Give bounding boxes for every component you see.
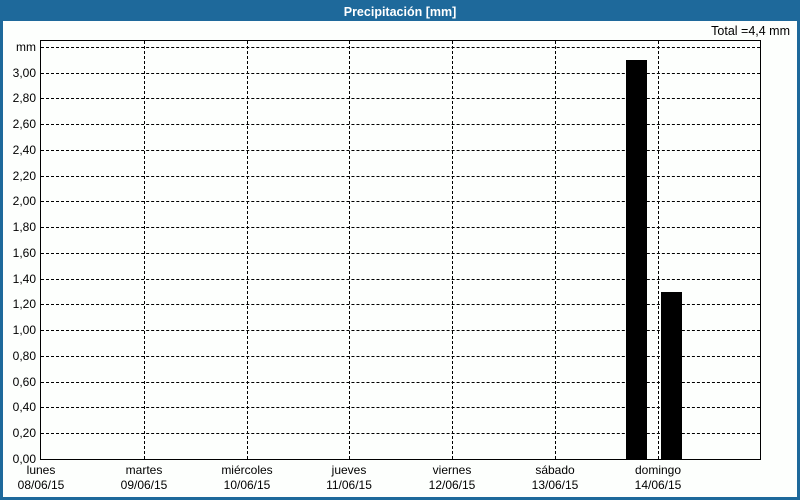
day-date: 10/06/15 [223, 478, 271, 492]
day-name: sábado [535, 463, 575, 477]
y-axis-tick-label: 1,20 [12, 297, 36, 311]
day-date: 09/06/15 [120, 478, 168, 492]
gridline-horizontal [41, 304, 760, 305]
day-date: 14/06/15 [634, 478, 682, 492]
x-axis-day-label: martes 09/06/15 [99, 463, 189, 493]
y-axis-tick-label: 0,20 [12, 426, 36, 440]
x-axis-day-label: sábado 13/06/15 [510, 463, 600, 493]
plot-area [40, 40, 761, 460]
day-name: lunes [26, 463, 56, 477]
day-name: domingo [634, 463, 682, 477]
gridline-horizontal [41, 407, 760, 408]
y-axis-tick-label: 2,20 [12, 169, 36, 183]
day-date: 13/06/15 [531, 478, 579, 492]
total-label: Total =4,4 mm [711, 24, 790, 38]
y-axis-tick-label: 1,60 [12, 246, 36, 260]
day-name: jueves [331, 463, 367, 477]
gridline-horizontal [41, 382, 760, 383]
chart-title: Precipitación [mm] [343, 5, 457, 19]
gridline-horizontal [41, 356, 760, 357]
x-axis-day-label: miércoles 10/06/15 [202, 463, 292, 493]
gridline-horizontal [41, 98, 760, 99]
gridline-horizontal [41, 124, 760, 125]
y-axis-tick-label: 1,40 [12, 272, 36, 286]
gridline-vertical [144, 41, 145, 459]
gridline-vertical [452, 41, 453, 459]
gridline-horizontal [41, 330, 760, 331]
precipitation-bar [626, 60, 647, 459]
gridline-horizontal [41, 73, 760, 74]
x-axis-day-label: domingo 14/06/15 [613, 463, 703, 493]
y-axis-tick-label: 3,00 [12, 66, 36, 80]
y-axis-tick-label: 1,80 [12, 220, 36, 234]
y-axis-tick-label: 0,40 [12, 400, 36, 414]
y-axis-unit-label: mm [16, 40, 36, 54]
gridline-horizontal [41, 176, 760, 177]
gridline-horizontal [41, 47, 760, 48]
day-date: 11/06/15 [326, 478, 372, 492]
day-date: 12/06/15 [428, 478, 476, 492]
y-axis-tick-label: 2,60 [12, 117, 36, 131]
gridline-horizontal [41, 150, 760, 151]
gridline-vertical [555, 41, 556, 459]
x-axis-day-label: viernes 12/06/15 [407, 463, 497, 493]
gridline-vertical [658, 41, 659, 459]
gridline-horizontal [41, 433, 760, 434]
gridline-vertical [247, 41, 248, 459]
gridline-horizontal [41, 227, 760, 228]
y-axis-tick-label: 2,00 [12, 194, 36, 208]
precipitation-bar [661, 292, 682, 459]
y-axis-tick-label: 1,00 [12, 323, 36, 337]
day-date: 08/06/15 [17, 478, 65, 492]
chart-title-bar: Precipitación [mm] [3, 3, 797, 21]
day-name: miércoles [221, 463, 273, 477]
gridline-horizontal [41, 253, 760, 254]
day-name: martes [125, 463, 163, 477]
x-axis-day-label: lunes 08/06/15 [3, 463, 86, 493]
y-axis-tick-label: 0,80 [12, 349, 36, 363]
gridline-horizontal [41, 201, 760, 202]
y-axis-tick-label: 2,40 [12, 143, 36, 157]
y-axis-tick-label: 0,60 [12, 375, 36, 389]
gridline-vertical [349, 41, 350, 459]
gridline-horizontal [41, 279, 760, 280]
day-name: viernes [432, 463, 472, 477]
x-axis-day-label: jueves 11/06/15 [304, 463, 394, 493]
chart-window: Precipitación [mm] Total =4,4 mm 0,00 0,2… [0, 0, 800, 500]
y-axis-tick-label: 2,80 [12, 91, 36, 105]
